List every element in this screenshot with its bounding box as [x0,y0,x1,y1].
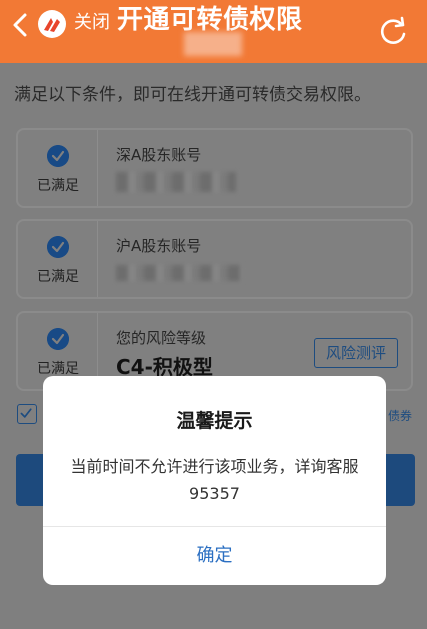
back-chevron-icon[interactable] [6,10,36,40]
condition-card-sh-account: 已满足 沪A股东账号 [16,219,413,299]
refresh-icon[interactable] [375,14,411,50]
status-column: 已满足 [18,221,98,297]
app-logo-icon [38,10,66,38]
risk-assessment-button[interactable]: 风险测评 [314,338,398,368]
check-circle-icon [47,145,69,167]
masked-account-number [116,265,242,281]
field-label: 您的风险等级 [116,329,207,347]
status-label: 已满足 [37,269,79,285]
agreement-link-tail[interactable]: 债券 [388,407,412,424]
masked-account-number [116,172,236,192]
blurred-mask [184,32,242,56]
check-circle-icon [47,328,69,350]
alert-dialog: 温馨提示 当前时间不允许进行该项业务，详询客服95357 确定 [43,376,386,585]
app-header: 关闭 开通可转债权限 [0,0,427,63]
status-column: 已满足 [18,130,98,206]
intro-text: 满足以下条件，即可在线开通可转债交易权限。 [14,85,371,105]
status-label: 已满足 [37,178,79,194]
field-label: 深A股东账号 [116,146,202,164]
status-label: 已满足 [37,361,79,377]
agreement-checkbox[interactable] [17,404,37,424]
condition-card-sz-account: 已满足 深A股东账号 [16,128,413,208]
checkbox-icon [20,408,32,418]
dialog-message: 当前时间不允许进行该项业务，详询客服95357 [70,457,359,503]
dialog-title: 温馨提示 [176,410,253,432]
confirm-button[interactable]: 确定 [43,527,386,585]
close-button[interactable]: 关闭 [74,11,110,35]
check-circle-icon [47,236,69,258]
field-label: 沪A股东账号 [116,237,202,255]
